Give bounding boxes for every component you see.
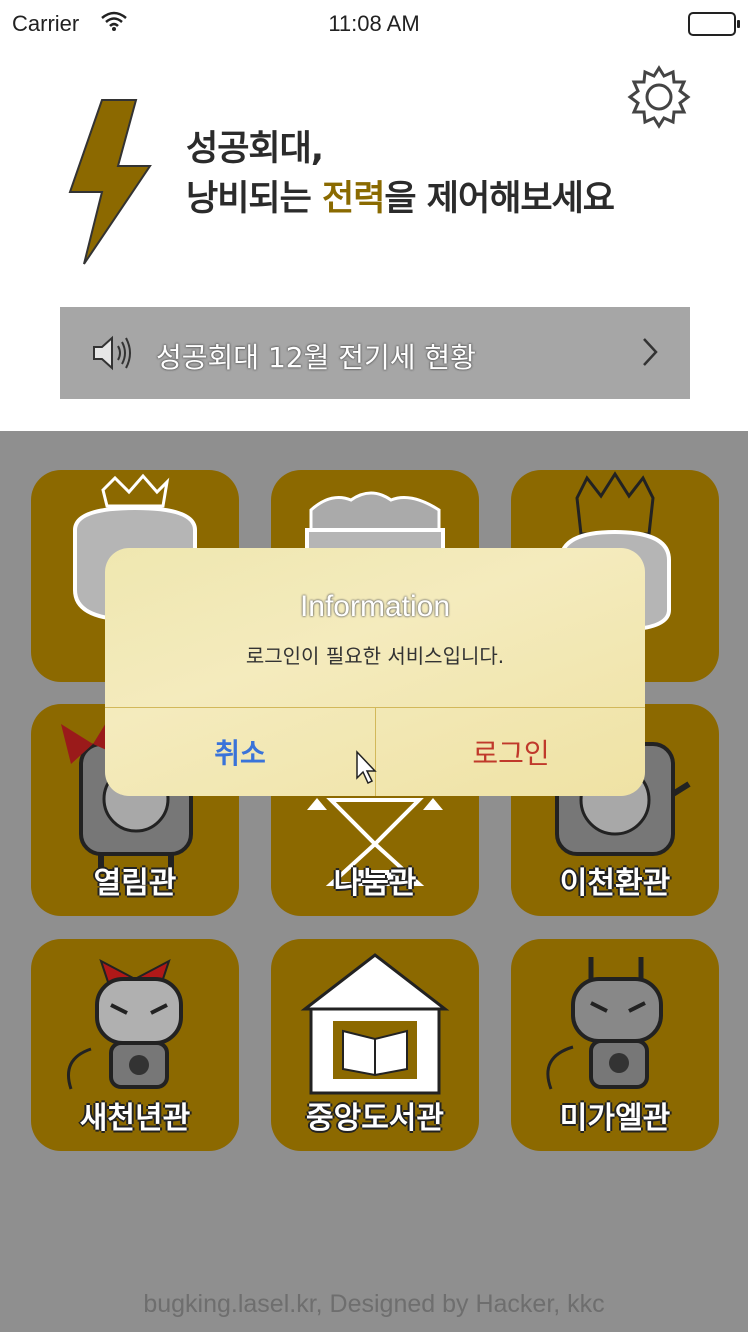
alert-title: Information xyxy=(299,590,451,623)
headline-line-2-post: 을 제어해보세요 xyxy=(384,179,615,219)
headline-line-1: 성공회대, xyxy=(186,129,324,169)
chevron-right-icon xyxy=(643,338,658,366)
headline: 성공회대, 낭비되는 전력을 제어해보세요 xyxy=(186,124,615,224)
building-tile-9[interactable]: 미가엘관 xyxy=(511,939,719,1151)
notice-text: 성공회대 12월 전기세 현황 xyxy=(156,341,476,374)
headline-accent: 전력 xyxy=(322,179,385,219)
battery-icon xyxy=(688,12,740,36)
building-tile-7[interactable]: 새천년관 xyxy=(31,939,239,1151)
mouse-cursor-icon xyxy=(356,750,377,785)
lightning-bolt-icon xyxy=(68,99,152,265)
login-button[interactable]: 로그인 xyxy=(376,708,645,796)
status-bar: Carrier 11:08 AM xyxy=(0,0,748,48)
building-label: 새천년관 xyxy=(79,1101,191,1136)
building-label: 중앙도서관 xyxy=(306,1101,444,1136)
footer-credit: bugking.lasel.kr, Designed by Hacker, kk… xyxy=(143,1290,605,1318)
building-tile-8[interactable]: 중앙도서관 xyxy=(271,939,479,1151)
gear-icon[interactable] xyxy=(624,62,694,132)
notice-bar[interactable]: 성공회대 12월 전기세 현황 xyxy=(60,307,690,399)
headline-line-2: 낭비되는 전력을 제어해보세요 xyxy=(186,174,615,224)
status-time: 11:08 AM xyxy=(328,11,420,36)
headline-line-2-pre: 낭비되는 xyxy=(186,179,322,219)
building-label: 미가엘관 xyxy=(559,1101,671,1136)
building-label: 열림관 xyxy=(93,866,177,901)
building-label: 이천환관 xyxy=(559,866,671,901)
building-label: 나눔관 xyxy=(333,866,417,901)
cancel-button[interactable]: 취소 xyxy=(105,708,375,796)
speaker-icon xyxy=(93,335,131,371)
alert-message: 로그인이 필요한 서비스입니다. xyxy=(245,644,505,668)
